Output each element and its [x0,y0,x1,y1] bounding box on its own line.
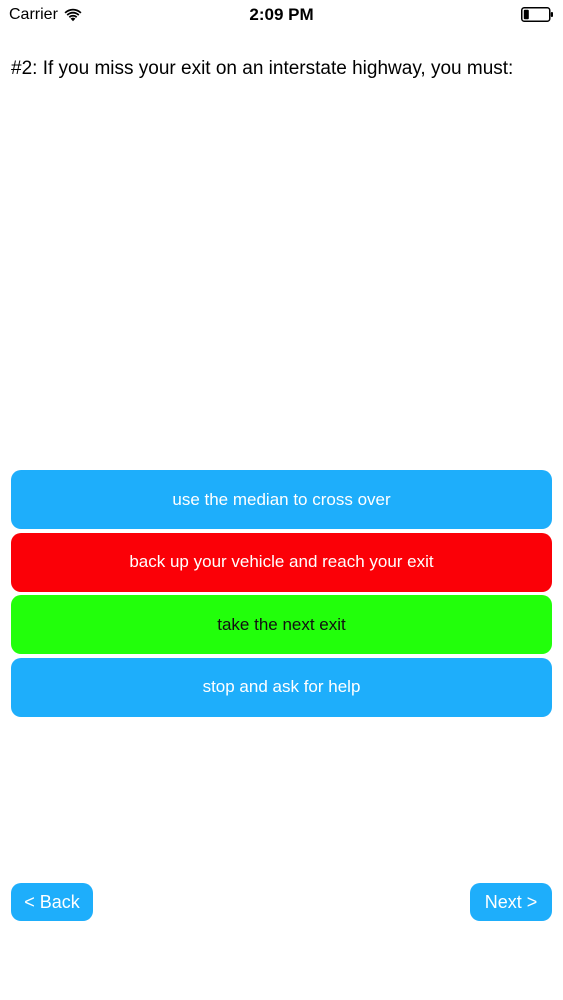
back-button[interactable]: < Back [11,883,93,921]
question-text: #2: If you miss your exit on an intersta… [11,58,514,79]
answer-option-2[interactable]: back up your vehicle and reach your exit [11,532,552,592]
answer-option-4[interactable]: stop and ask for help [11,657,552,717]
answer-option-1[interactable]: use the median to cross over [11,470,552,529]
answer-option-3[interactable]: take the next exit [11,595,552,654]
battery-icon [521,7,553,22]
status-time: 2:09 PM [249,5,314,24]
next-button[interactable]: Next > [470,883,552,921]
answer-list: use the median to cross over back up you… [11,470,552,720]
status-bar: Carrier 2:09 PM [0,0,563,30]
